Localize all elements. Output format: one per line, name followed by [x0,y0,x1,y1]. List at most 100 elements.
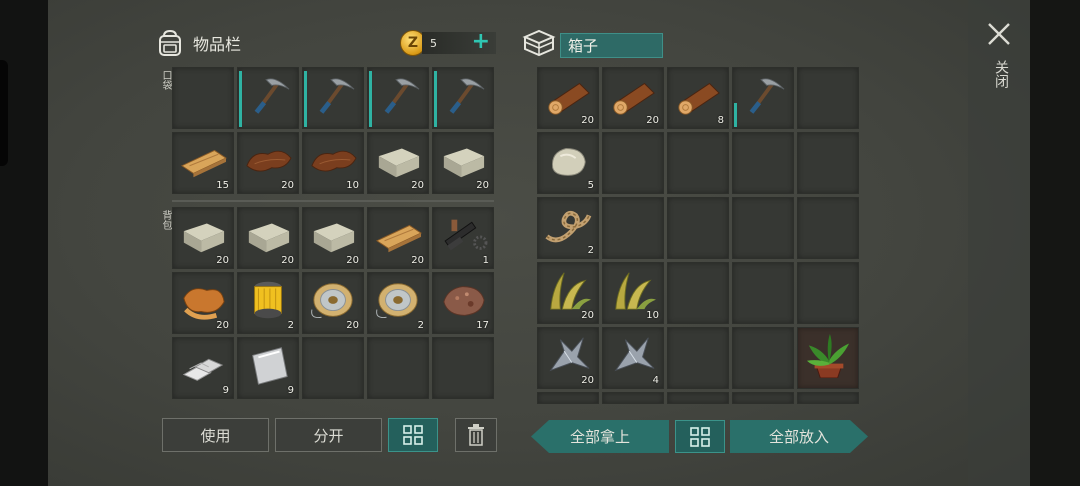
inventory-slot-plank[interactable]: 20 [367,207,429,269]
empty-slot[interactable] [537,392,599,404]
coin-count: 5 [430,36,437,50]
item-count: 20 [346,255,359,266]
inventory-slot-ore[interactable]: 17 [432,272,494,334]
inventory-slot-pickaxe[interactable] [302,67,364,129]
rope-icon [545,210,592,243]
empty-slot[interactable] [732,197,794,259]
empty-slot[interactable] [667,132,729,194]
chest-title: 箱子 [568,37,599,55]
item-count: 9 [287,385,294,396]
inventory-slot-gun-parts[interactable]: 1 [432,207,494,269]
sort-chest-button[interactable] [675,420,725,453]
inventory-slot-stone[interactable]: 20 [302,207,364,269]
chest-grid: 20 20 8 5 2 20 10 20 4 [537,67,859,404]
inventory-slot-fur[interactable]: 20 [172,272,234,334]
potted-plant-icon [806,333,850,378]
split-button[interactable]: 分开 [275,418,382,452]
inventory-slot-log[interactable]: 20 [537,67,599,129]
inventory-slot-log[interactable]: 20 [602,67,664,129]
log-icon [678,82,720,115]
item-count: 10 [646,310,659,321]
trash-icon [468,424,484,446]
ore-icon [443,286,485,316]
gun-parts-icon [444,219,488,251]
empty-slot[interactable] [432,337,494,399]
inventory-slot-log[interactable]: 8 [667,67,729,129]
durability-bar [304,71,307,127]
filter-icon [254,281,282,319]
close-icon[interactable] [985,20,1013,48]
metal-scrap-icon [549,337,590,372]
empty-slot[interactable] [667,262,729,324]
take-all-button[interactable]: 全部拿上 [531,420,669,453]
inventory-slot-rock[interactable]: 5 [537,132,599,194]
inventory-slot-metal-scrap[interactable]: 20 [537,327,599,389]
empty-slot[interactable] [602,132,664,194]
inventory-slot-metal-bars[interactable]: 9 [172,337,234,399]
durability-bar [239,71,242,127]
item-count: 15 [216,180,229,191]
inventory-slot-plant-fiber[interactable]: 10 [602,262,664,324]
inventory-slot-wire-spool[interactable]: 20 [302,272,364,334]
empty-slot[interactable] [797,67,859,129]
empty-slot[interactable] [172,67,234,129]
inventory-slot-pickaxe[interactable] [367,67,429,129]
empty-slot[interactable] [732,327,794,389]
pickaxe-icon [254,78,290,114]
add-coins-button[interactable]: + [472,29,490,54]
trash-button[interactable] [455,418,497,452]
inventory-slot-wire-spool[interactable]: 2 [367,272,429,334]
empty-slot[interactable] [797,132,859,194]
empty-slot[interactable] [732,392,794,404]
pocket-grid: 15 20 10 20 20 [172,67,494,194]
item-count: 2 [287,320,294,331]
item-count: 5 [587,180,594,191]
inventory-slot-plank[interactable]: 15 [172,132,234,194]
empty-slot[interactable] [797,262,859,324]
log-icon [613,82,655,115]
pickaxe-icon [449,78,485,114]
inventory-slot-pickaxe[interactable] [237,67,299,129]
inventory-slot-pickaxe[interactable] [432,67,494,129]
stone-block-icon [313,223,355,253]
section-divider [172,200,494,202]
inventory-slot-metal-scrap[interactable]: 4 [602,327,664,389]
inventory-slot-rope[interactable]: 2 [537,197,599,259]
coin-bar: 5 + [422,29,496,54]
plant-fiber-icon [550,272,591,310]
empty-slot[interactable] [602,392,664,404]
empty-slot[interactable] [797,197,859,259]
grid-sort-icon [690,426,710,447]
inventory-slot-leather[interactable]: 20 [237,132,299,194]
inventory-slot-pickaxe[interactable] [732,67,794,129]
empty-slot[interactable] [667,327,729,389]
inventory-slot-plant-fiber[interactable]: 20 [537,262,599,324]
plant-fiber-icon [615,272,656,310]
pickaxe-icon [384,78,420,114]
empty-slot[interactable] [797,392,859,404]
inventory-slot-leather[interactable]: 10 [302,132,364,194]
chest-name-field[interactable]: 箱子 [560,33,663,58]
sort-inventory-button[interactable] [388,418,438,452]
empty-slot[interactable] [667,197,729,259]
empty-slot[interactable] [302,337,364,399]
empty-slot[interactable] [602,197,664,259]
inventory-slot-potted-plant[interactable] [797,327,859,389]
inventory-slot-stone[interactable]: 20 [367,132,429,194]
inventory-slot-filter[interactable]: 2 [237,272,299,334]
empty-slot[interactable] [732,262,794,324]
empty-slot[interactable] [732,132,794,194]
inventory-slot-stone[interactable]: 20 [172,207,234,269]
empty-slot[interactable] [367,337,429,399]
use-button[interactable]: 使用 [162,418,269,452]
metal-plate-icon [252,347,288,385]
inventory-slot-metal-plate[interactable]: 9 [237,337,299,399]
empty-slot[interactable] [667,392,729,404]
item-count: 20 [411,255,424,266]
backpack-label: 背包 [160,210,171,230]
inventory-slot-stone[interactable]: 20 [237,207,299,269]
put-all-button[interactable]: 全部放入 [730,420,868,453]
close-label[interactable]: 关闭 [991,60,1011,88]
inventory-slot-stone[interactable]: 20 [432,132,494,194]
game-screen: 物品栏 Z 5 + 箱子 口袋 背包 15 20 10 20 20 20 20 20 20 1 2… [48,0,1030,486]
